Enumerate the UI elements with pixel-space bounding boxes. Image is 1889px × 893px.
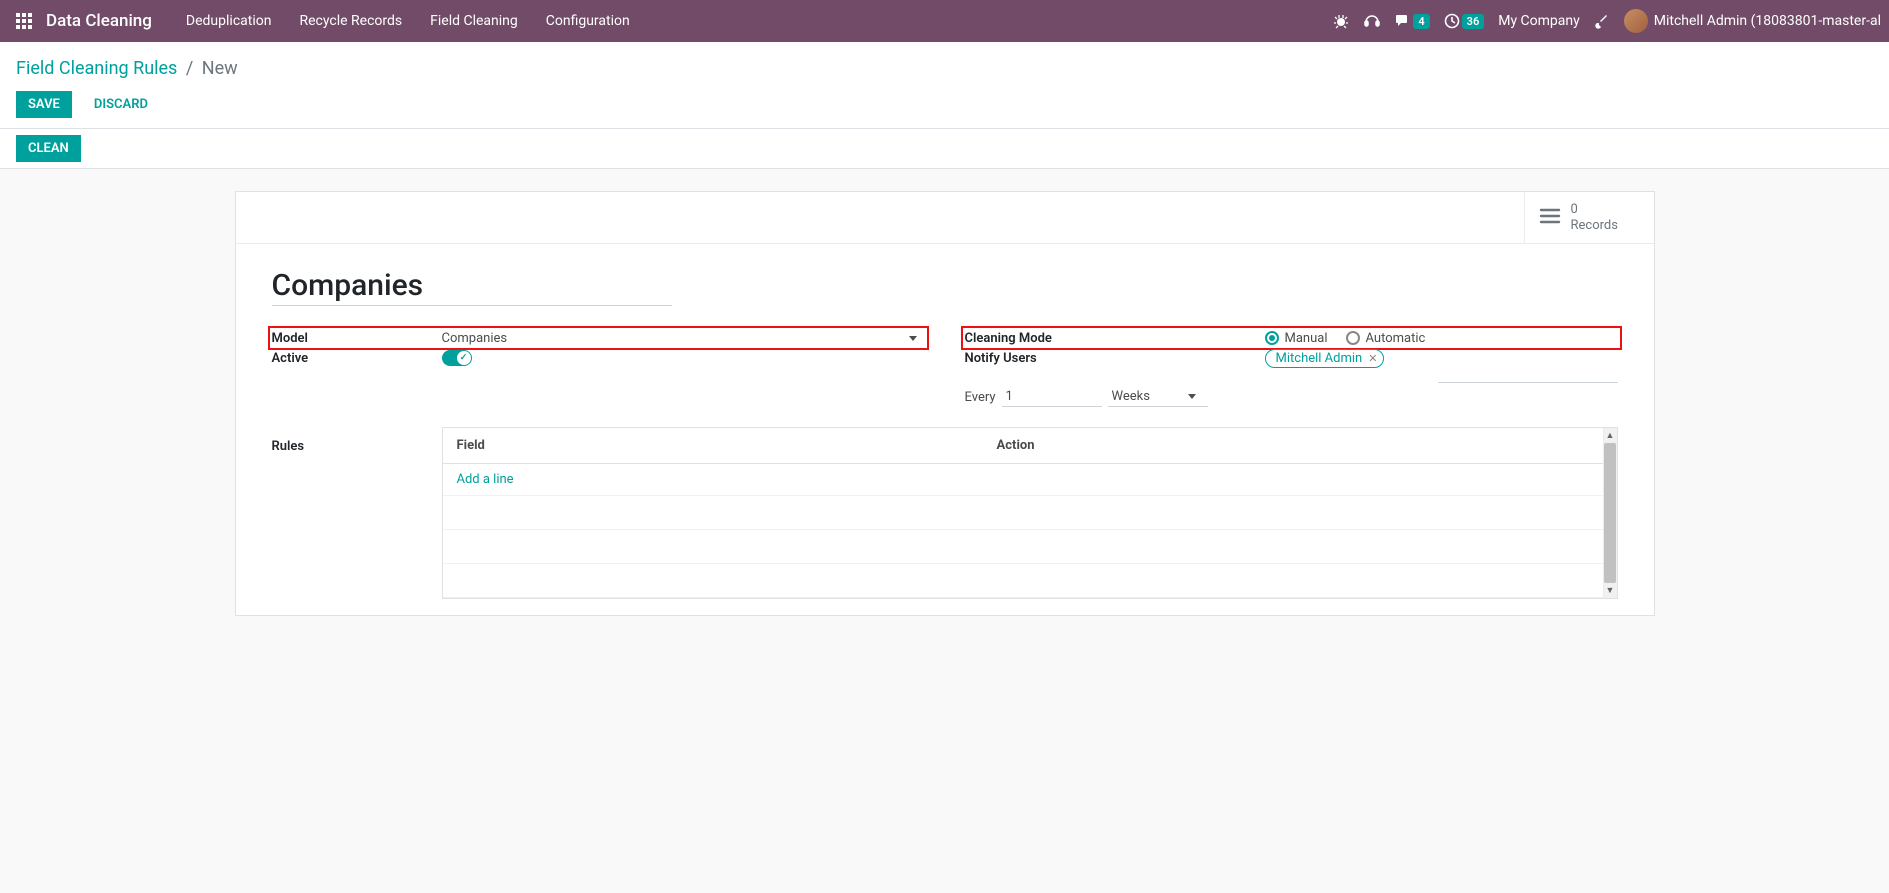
activities-badge: 36	[1462, 14, 1485, 29]
records-label: Records	[1571, 218, 1618, 234]
apps-grid-icon	[16, 13, 32, 29]
breadcrumb: Field Cleaning Rules / New	[16, 52, 1873, 85]
scroll-thumb[interactable]	[1604, 443, 1616, 583]
menu-configuration[interactable]: Configuration	[532, 3, 644, 39]
menu-field-cleaning[interactable]: Field Cleaning	[416, 3, 532, 39]
status-bar: CLEAN	[0, 129, 1889, 169]
user-name: Mitchell Admin (18083801-master-al	[1654, 13, 1881, 29]
table-row	[443, 496, 1617, 530]
radio-checked-icon	[1265, 331, 1279, 345]
avatar	[1624, 9, 1648, 33]
user-menu[interactable]: Mitchell Admin (18083801-master-al	[1624, 9, 1881, 33]
col-action[interactable]: Action	[983, 428, 1617, 463]
top-navbar: Data Cleaning Deduplication Recycle Reco…	[0, 0, 1889, 42]
cleaning-mode-label: Cleaning Mode	[965, 331, 1265, 346]
model-value: Companies	[442, 331, 508, 346]
add-line-link[interactable]: Add a line	[443, 466, 528, 493]
chevron-down-icon	[1188, 394, 1196, 399]
activities-button[interactable]: 36	[1444, 13, 1485, 29]
support-icon[interactable]	[1363, 12, 1381, 30]
breadcrumb-separator: /	[186, 58, 193, 79]
mode-manual-option[interactable]: Manual	[1265, 331, 1328, 346]
active-label: Active	[272, 351, 442, 366]
mode-manual-label: Manual	[1285, 331, 1328, 346]
notify-user-tag[interactable]: Mitchell Admin ✕	[1265, 349, 1385, 368]
table-row	[443, 530, 1617, 564]
clean-button[interactable]: CLEAN	[16, 135, 81, 162]
breadcrumb-current: New	[202, 58, 238, 79]
button-box: 0 Records	[236, 192, 1654, 244]
active-toggle[interactable]	[442, 350, 472, 366]
record-title-input[interactable]: Companies	[272, 268, 672, 306]
list-icon	[1539, 205, 1561, 231]
app-name[interactable]: Data Cleaning	[46, 11, 152, 31]
records-stat-button[interactable]: 0 Records	[1524, 192, 1654, 243]
save-button[interactable]: SAVE	[16, 91, 72, 118]
debug-icon[interactable]	[1333, 13, 1349, 29]
model-select[interactable]: Companies	[442, 331, 925, 346]
mode-automatic-option[interactable]: Automatic	[1346, 331, 1426, 346]
scrollbar[interactable]: ▲ ▼	[1603, 428, 1617, 598]
form-sheet: 0 Records Companies Model Companies	[235, 191, 1655, 616]
scroll-up-icon[interactable]: ▲	[1606, 428, 1615, 443]
model-label: Model	[272, 331, 442, 346]
discuss-badge: 4	[1413, 14, 1429, 29]
chevron-down-icon	[909, 336, 917, 341]
main-menu: Deduplication Recycle Records Field Clea…	[172, 3, 644, 39]
company-switcher[interactable]: My Company	[1498, 13, 1580, 29]
menu-recycle-records[interactable]: Recycle Records	[285, 3, 416, 39]
schedule-unit-value: Weeks	[1112, 389, 1150, 404]
table-row: Add a line	[443, 464, 1617, 496]
mode-automatic-label: Automatic	[1366, 331, 1426, 346]
schedule-value-input[interactable]: 1	[1002, 387, 1102, 407]
rules-table: Field Action Add a line ▲ ▼	[442, 427, 1618, 599]
close-icon[interactable]: ✕	[1368, 352, 1377, 365]
menu-deduplication[interactable]: Deduplication	[172, 3, 286, 39]
tools-icon[interactable]	[1594, 13, 1610, 29]
notify-input-underline[interactable]	[1438, 382, 1618, 383]
scroll-down-icon[interactable]: ▼	[1606, 583, 1615, 598]
navbar-right: 4 36 My Company Mitchell Admin (18083801…	[1333, 9, 1881, 33]
rules-table-header: Field Action	[443, 428, 1617, 464]
breadcrumb-parent[interactable]: Field Cleaning Rules	[16, 58, 177, 79]
control-panel: Field Cleaning Rules / New SAVE DISCARD	[0, 42, 1889, 129]
table-row	[443, 564, 1617, 598]
schedule-every-label: Every	[965, 390, 996, 405]
notify-user-name: Mitchell Admin	[1276, 351, 1363, 366]
notify-users-label: Notify Users	[965, 351, 1265, 366]
discuss-button[interactable]: 4	[1395, 13, 1429, 29]
schedule-unit-select[interactable]: Weeks	[1108, 387, 1208, 407]
discard-button[interactable]: DISCARD	[82, 91, 160, 118]
radio-unchecked-icon	[1346, 331, 1360, 345]
records-count: 0	[1571, 202, 1618, 218]
apps-menu-button[interactable]	[8, 7, 40, 35]
rules-label: Rules	[272, 427, 442, 599]
col-field[interactable]: Field	[443, 428, 983, 463]
